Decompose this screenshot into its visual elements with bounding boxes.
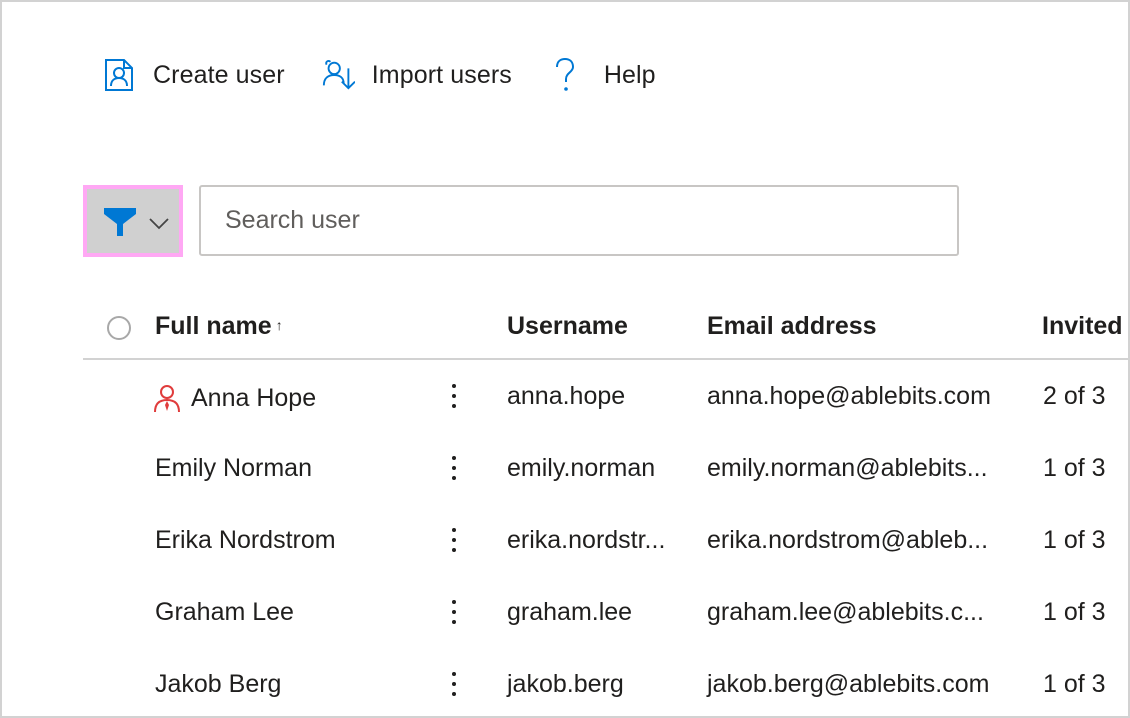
column-header-full-name[interactable]: Full name ↑: [155, 312, 283, 341]
invited-count: 1 of 3: [1043, 598, 1106, 626]
column-label: Full name: [155, 312, 272, 340]
create-user-label: Create user: [153, 60, 285, 89]
admin-user-icon: [151, 382, 183, 414]
full-name-cell: Anna Hope: [154, 382, 317, 414]
invited-count: 1 of 3: [1043, 454, 1106, 482]
users-table: Full name ↑ Username Email address Invite…: [83, 298, 1128, 716]
table-row[interactable]: Jakob Berg jakob.berg jakob.berg@ablebit…: [83, 648, 1128, 716]
import-users-label: Import users: [371, 60, 512, 89]
email-address: anna.hope@ablebits.com: [707, 382, 991, 410]
column-header-email[interactable]: Email address: [707, 312, 877, 341]
import-users-button[interactable]: Import users: [321, 58, 512, 92]
more-options-icon[interactable]: [439, 664, 469, 704]
invited-count: 2 of 3: [1043, 382, 1106, 410]
create-user-button[interactable]: Create user: [102, 58, 285, 92]
command-bar: Create user Import users Help: [102, 54, 692, 96]
username: anna.hope: [507, 382, 626, 410]
chevron-down-icon: [148, 213, 170, 235]
table-row[interactable]: Erika Nordstrom erika.nordstr... erika.n…: [83, 504, 1128, 576]
search-input[interactable]: [201, 187, 957, 254]
full-name: Erika Nordstrom: [155, 526, 336, 554]
username: jakob.berg: [507, 670, 624, 698]
sort-ascending-icon: ↑: [275, 317, 283, 333]
select-all-radio[interactable]: [107, 316, 131, 340]
table-row[interactable]: Graham Lee graham.lee graham.lee@ablebit…: [83, 576, 1128, 648]
table-row[interactable]: Emily Norman emily.norman emily.norman@a…: [83, 432, 1128, 504]
invited-count: 1 of 3: [1043, 526, 1106, 554]
full-name: Jakob Berg: [155, 670, 282, 698]
more-options-icon[interactable]: [439, 592, 469, 632]
email-address: graham.lee@ablebits.c...: [707, 598, 984, 626]
full-name-cell: Graham Lee: [155, 598, 294, 627]
username: graham.lee: [507, 598, 633, 626]
email-address: jakob.berg@ablebits.com: [707, 670, 990, 698]
help-button[interactable]: Help: [548, 58, 656, 92]
full-name-cell: Jakob Berg: [155, 670, 281, 699]
username: erika.nordstr...: [507, 526, 666, 554]
more-options-icon[interactable]: [439, 520, 469, 560]
full-name-cell: Emily Norman: [155, 454, 312, 483]
table-row[interactable]: Anna Hope anna.hope anna.hope@ablebits.c…: [83, 360, 1128, 432]
full-name: Graham Lee: [155, 598, 294, 626]
filter-dropdown-button[interactable]: [83, 185, 183, 257]
invited-count: 1 of 3: [1043, 670, 1106, 698]
filter-icon: [102, 203, 138, 239]
full-name-cell: Erika Nordstrom: [155, 526, 336, 555]
full-name: Anna Hope: [191, 383, 317, 412]
help-icon: [548, 58, 582, 92]
column-header-username[interactable]: Username: [507, 312, 628, 341]
more-options-icon[interactable]: [439, 376, 469, 416]
email-address: erika.nordstrom@ableb...: [707, 526, 989, 554]
full-name: Emily Norman: [155, 454, 312, 482]
email-address: emily.norman@ablebits...: [707, 454, 988, 482]
import-users-icon: [321, 58, 355, 92]
column-header-invited[interactable]: Invited: [1042, 312, 1123, 341]
create-user-icon: [102, 58, 136, 92]
search-box: [199, 185, 959, 256]
table-header: Full name ↑ Username Email address Invite…: [83, 298, 1128, 360]
user-management-panel: Create user Import users Help Search use…: [0, 0, 1130, 718]
username: emily.norman: [507, 454, 656, 482]
help-label: Help: [603, 60, 656, 89]
more-options-icon[interactable]: [439, 448, 469, 488]
